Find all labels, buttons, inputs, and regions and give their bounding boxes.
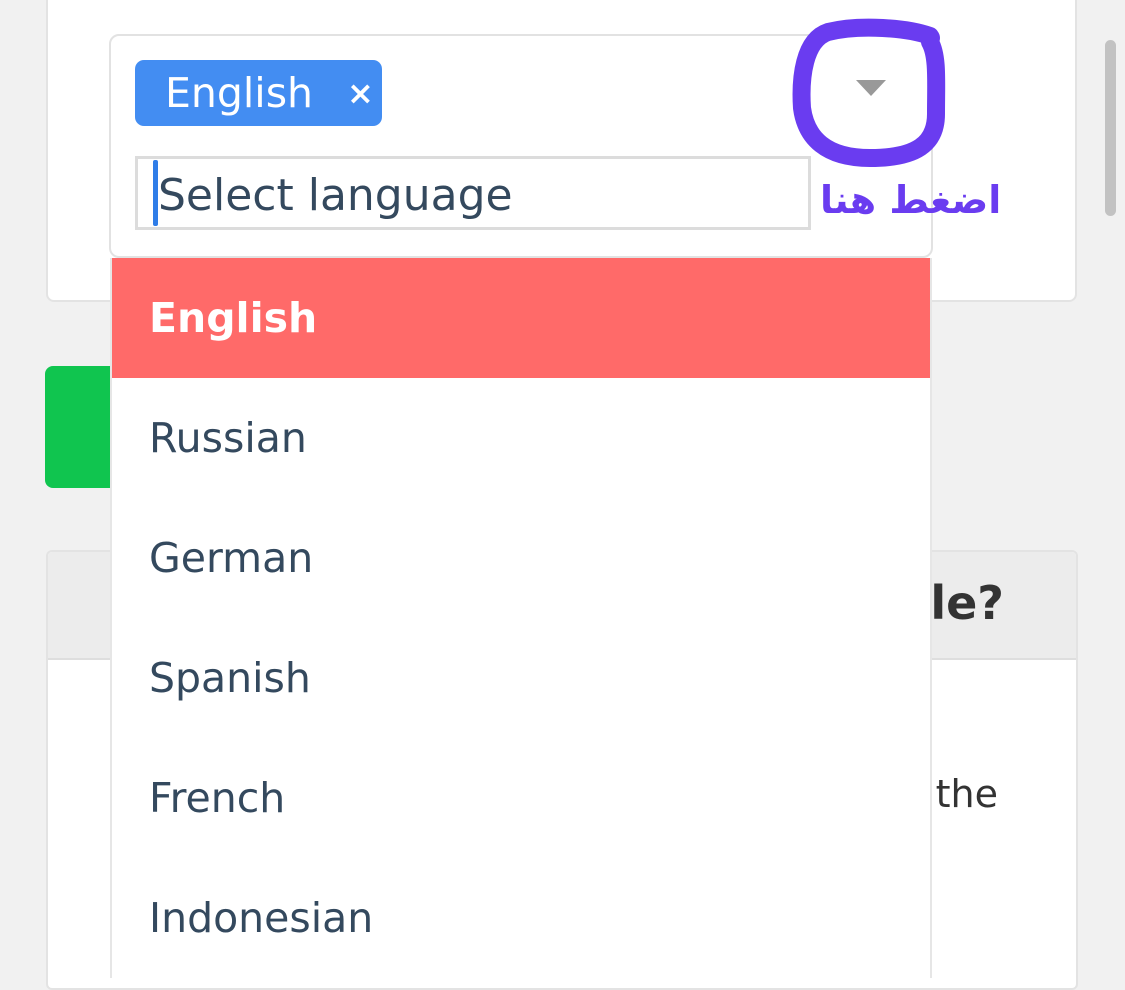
faq-heading: le? (930, 576, 1004, 630)
selected-language-tag: English × (135, 60, 382, 126)
text-caret (153, 160, 158, 226)
option-german[interactable]: German (112, 498, 930, 618)
option-english[interactable]: English (112, 258, 930, 378)
option-russian[interactable]: Russian (112, 378, 930, 498)
remove-tag-icon[interactable]: × (347, 74, 374, 112)
option-spanish[interactable]: Spanish (112, 618, 930, 738)
language-options-list: English Russian German Spanish French In… (110, 258, 932, 978)
selected-language-label: English (165, 69, 314, 117)
option-indonesian[interactable]: Indonesian (112, 858, 930, 978)
annotation-text: اضغط هنا (820, 178, 1002, 222)
option-french[interactable]: French (112, 738, 930, 858)
faq-body-text: the (935, 772, 998, 816)
annotation-circle (792, 18, 946, 167)
language-search-input[interactable] (135, 156, 811, 230)
page-scrollbar-thumb[interactable] (1105, 40, 1116, 216)
